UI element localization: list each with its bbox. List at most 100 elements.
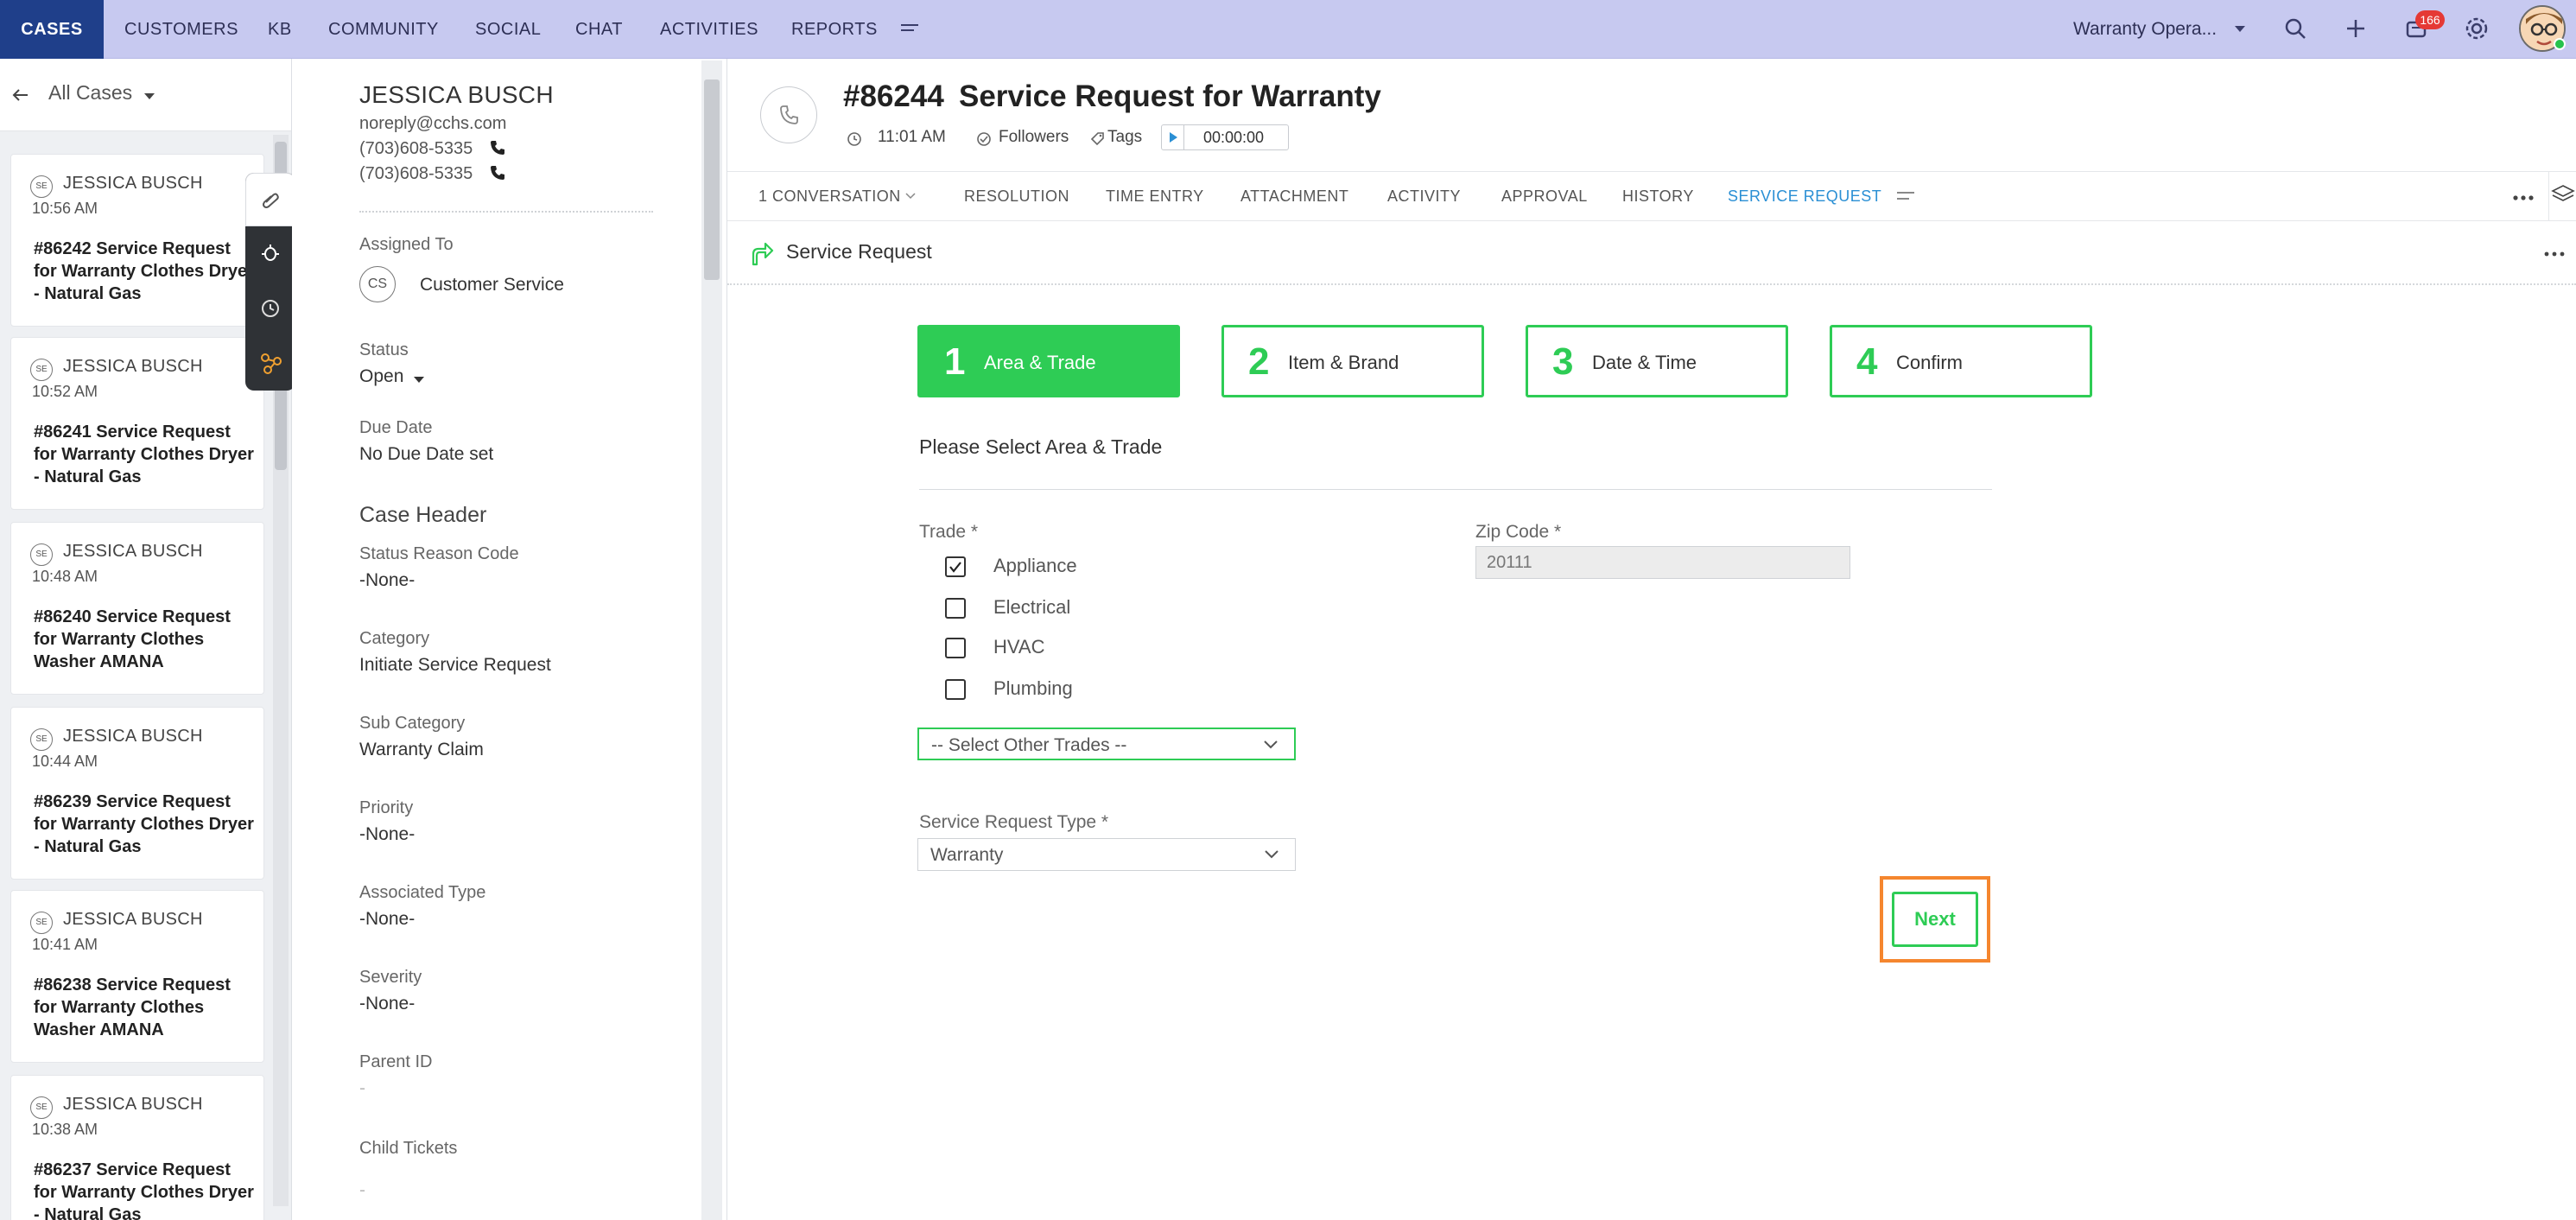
case-title[interactable]: #86241 Service Request for Warranty Clot…: [34, 421, 258, 488]
case-header-section-title: Case Header: [359, 503, 487, 527]
case-list-item[interactable]: SE JESSICA BUSCH 10:44 AM #86239 Service…: [10, 707, 264, 880]
service-request-more-icon[interactable]: [2541, 245, 2567, 263]
checkmark-icon: [949, 562, 961, 573]
nav-kb[interactable]: KB: [268, 0, 292, 59]
case-list-item[interactable]: SE JESSICA BUSCH 10:41 AM #86238 Service…: [10, 890, 264, 1063]
step-number: 3: [1552, 340, 1574, 383]
parent-id-label: Parent ID: [359, 1052, 433, 1071]
phone-icon[interactable]: [489, 164, 506, 181]
top-navigation-bar: CASES CUSTOMERS KB COMMUNITY SOCIAL CHAT…: [0, 0, 2576, 59]
priority-label: Priority: [359, 798, 414, 817]
priority-value[interactable]: -None-: [359, 824, 415, 845]
trade-plumbing-label[interactable]: Plumbing: [993, 677, 1073, 700]
step-item-brand[interactable]: 2 Item & Brand: [1221, 325, 1484, 397]
timer-play-icon[interactable]: [1162, 125, 1184, 149]
status-dropdown[interactable]: Open: [359, 366, 403, 387]
nav-chat[interactable]: CHAT: [575, 0, 623, 59]
add-icon[interactable]: [2343, 16, 2370, 43]
tab-resolution[interactable]: RESOLUTION: [964, 172, 1069, 220]
step-confirm[interactable]: 4 Confirm: [1830, 325, 2092, 397]
step-label: Date & Time: [1592, 352, 1697, 373]
nav-community[interactable]: COMMUNITY: [328, 0, 439, 59]
contact-name[interactable]: JESSICA BUSCH: [359, 81, 554, 109]
trade-appliance-label[interactable]: Appliance: [993, 555, 1077, 577]
other-trades-select[interactable]: -- Select Other Trades --: [917, 728, 1296, 760]
trade-hvac-checkbox[interactable]: [945, 638, 966, 658]
step-date-time[interactable]: 3 Date & Time: [1526, 325, 1788, 397]
tab-conversation-chevron-icon[interactable]: [905, 193, 916, 200]
case-view-dropdown-icon[interactable]: [143, 92, 155, 100]
due-date-value[interactable]: No Due Date set: [359, 444, 493, 465]
service-request-type-select[interactable]: Warranty: [917, 838, 1296, 871]
nav-customers[interactable]: CUSTOMERS: [124, 0, 238, 59]
more-menu-icon[interactable]: [898, 17, 926, 45]
case-title[interactable]: #86242 Service Request for Warranty Clot…: [34, 238, 258, 305]
status-dropdown-icon[interactable]: [413, 375, 425, 384]
timer-widget[interactable]: 00:00:00: [1161, 124, 1289, 150]
department-dropdown-icon[interactable]: [2234, 24, 2246, 36]
step-label: Confirm: [1896, 352, 1964, 373]
case-title[interactable]: #86237 Service Request for Warranty Clot…: [34, 1159, 258, 1220]
child-tickets-value[interactable]: -: [359, 1180, 365, 1201]
tab-approval[interactable]: APPROVAL: [1501, 172, 1588, 220]
trade-electrical-label[interactable]: Electrical: [993, 596, 1070, 619]
tab-time-entry[interactable]: TIME ENTRY: [1106, 172, 1204, 220]
tab-attachment[interactable]: ATTACHMENT: [1240, 172, 1348, 220]
trade-electrical-checkbox[interactable]: [945, 598, 966, 619]
case-title[interactable]: #86238 Service Request for Warranty Clot…: [34, 974, 258, 1041]
category-value[interactable]: Initiate Service Request: [359, 655, 551, 676]
followers-check-icon[interactable]: [974, 130, 993, 149]
case-title[interactable]: #86240 Service Request for Warranty Clot…: [34, 606, 258, 673]
tab-history[interactable]: HISTORY: [1622, 172, 1694, 220]
parent-id-value[interactable]: -: [359, 1078, 365, 1099]
associated-type-value[interactable]: -None-: [359, 909, 415, 930]
tabs-overflow-icon[interactable]: [1895, 187, 1916, 205]
case-time: 10:52 AM: [32, 383, 98, 400]
case-title[interactable]: #86239 Service Request for Warranty Clot…: [34, 791, 258, 858]
details-scrollbar-thumb[interactable]: [704, 79, 720, 280]
zip-code-value: 20111: [1487, 553, 1532, 572]
nav-cases[interactable]: CASES: [0, 0, 104, 59]
settings-gear-icon[interactable]: [2464, 16, 2491, 43]
department-selector[interactable]: Warranty Opera...: [2073, 0, 2217, 59]
status-reason-value[interactable]: -None-: [359, 570, 415, 591]
workflow-icon[interactable]: [259, 351, 283, 375]
bug-icon[interactable]: [259, 242, 283, 266]
followers-link[interactable]: Followers: [999, 128, 1069, 147]
attachment-clip-icon[interactable]: [259, 188, 283, 213]
assigned-to-value[interactable]: Customer Service: [420, 275, 564, 295]
next-button[interactable]: Next: [1892, 892, 1978, 947]
phone-icon[interactable]: [489, 139, 506, 156]
tag-icon[interactable]: [1088, 130, 1107, 149]
history-icon[interactable]: [259, 297, 283, 321]
case-view-selector[interactable]: All Cases: [48, 81, 132, 105]
severity-value[interactable]: -None-: [359, 994, 415, 1014]
zip-code-input[interactable]: 20111: [1475, 546, 1850, 579]
layers-icon[interactable]: [2548, 172, 2576, 220]
tab-conversation[interactable]: 1 CONVERSATION: [758, 172, 901, 220]
step-area-trade[interactable]: 1 Area & Trade: [917, 325, 1180, 397]
trade-plumbing-checkbox[interactable]: [945, 679, 966, 700]
case-list-item[interactable]: SE JESSICA BUSCH 10:56 AM #86242 Service…: [10, 154, 264, 327]
contact-phone-primary[interactable]: (703)608-5335: [359, 139, 473, 159]
trade-hvac-label[interactable]: HVAC: [993, 636, 1045, 658]
case-list-item[interactable]: SE JESSICA BUSCH 10:38 AM #86237 Service…: [10, 1075, 264, 1220]
contact-email[interactable]: noreply@cchs.com: [359, 114, 506, 134]
nav-activities[interactable]: ACTIVITIES: [660, 0, 758, 59]
tab-service-request[interactable]: SERVICE REQUEST: [1728, 172, 1881, 220]
case-list-item[interactable]: SE JESSICA BUSCH 10:48 AM #86240 Service…: [10, 522, 264, 695]
more-options-icon[interactable]: [2510, 187, 2536, 205]
trade-appliance-checkbox[interactable]: [945, 556, 966, 577]
case-contact-name: JESSICA BUSCH: [63, 542, 203, 561]
back-arrow-icon[interactable]: [10, 85, 31, 105]
assigned-to-label: Assigned To: [359, 235, 454, 254]
nav-social[interactable]: SOCIAL: [475, 0, 541, 59]
tab-activity[interactable]: ACTIVITY: [1387, 172, 1461, 220]
search-icon[interactable]: [2282, 16, 2310, 43]
tags-link[interactable]: Tags: [1107, 128, 1142, 147]
case-list-item[interactable]: SE JESSICA BUSCH 10:52 AM #86241 Service…: [10, 337, 264, 510]
sub-category-value[interactable]: Warranty Claim: [359, 740, 484, 760]
ticket-title[interactable]: Service Request for Warranty: [959, 79, 1381, 114]
nav-reports[interactable]: REPORTS: [791, 0, 878, 59]
contact-phone-secondary[interactable]: (703)608-5335: [359, 164, 473, 184]
